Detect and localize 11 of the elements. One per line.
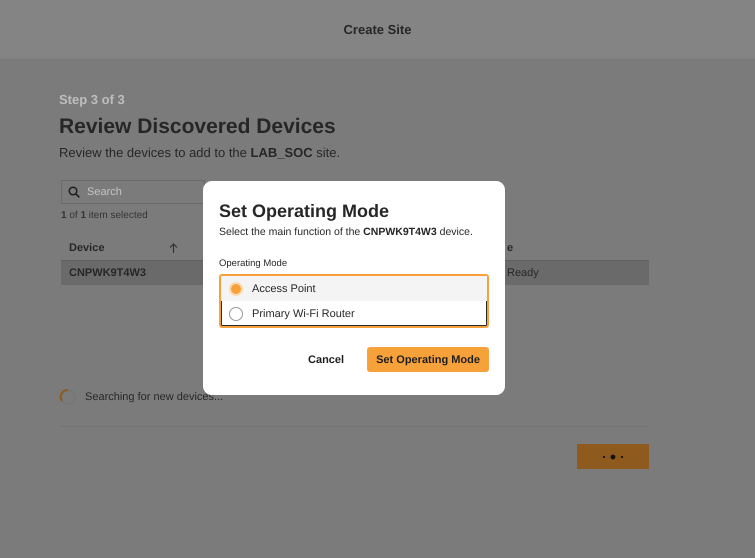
page-subtitle: Review the devices to add to the LAB_SOC site. <box>59 145 340 160</box>
table-cell-text: Ready <box>506 267 540 279</box>
field-label: Operating Mode <box>219 258 288 269</box>
selection-count: 1 of 1 item selected <box>61 210 148 221</box>
step-indicator: Step 3 of 3 <box>59 92 125 107</box>
dialog-title: Set Operating Mode <box>219 201 390 222</box>
page-heading: Review Discovered Devices <box>59 115 336 139</box>
page-title: Create Site <box>344 22 412 36</box>
status-text: Searching for new devices... <box>85 391 224 403</box>
table-cell-text: CNPWK9T4W3 <box>68 267 148 279</box>
dialog-description: Select the main function of the CNPWK9T4W3 device. <box>219 226 473 238</box>
